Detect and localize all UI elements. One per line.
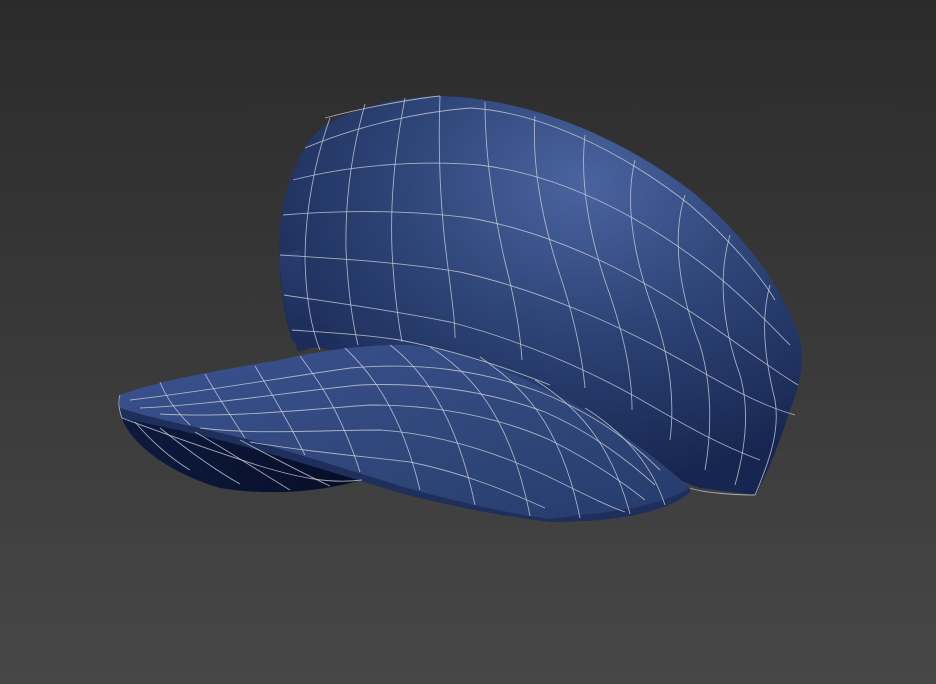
3d-viewport[interactable] (0, 0, 936, 684)
viewport-scene[interactable] (0, 0, 936, 684)
